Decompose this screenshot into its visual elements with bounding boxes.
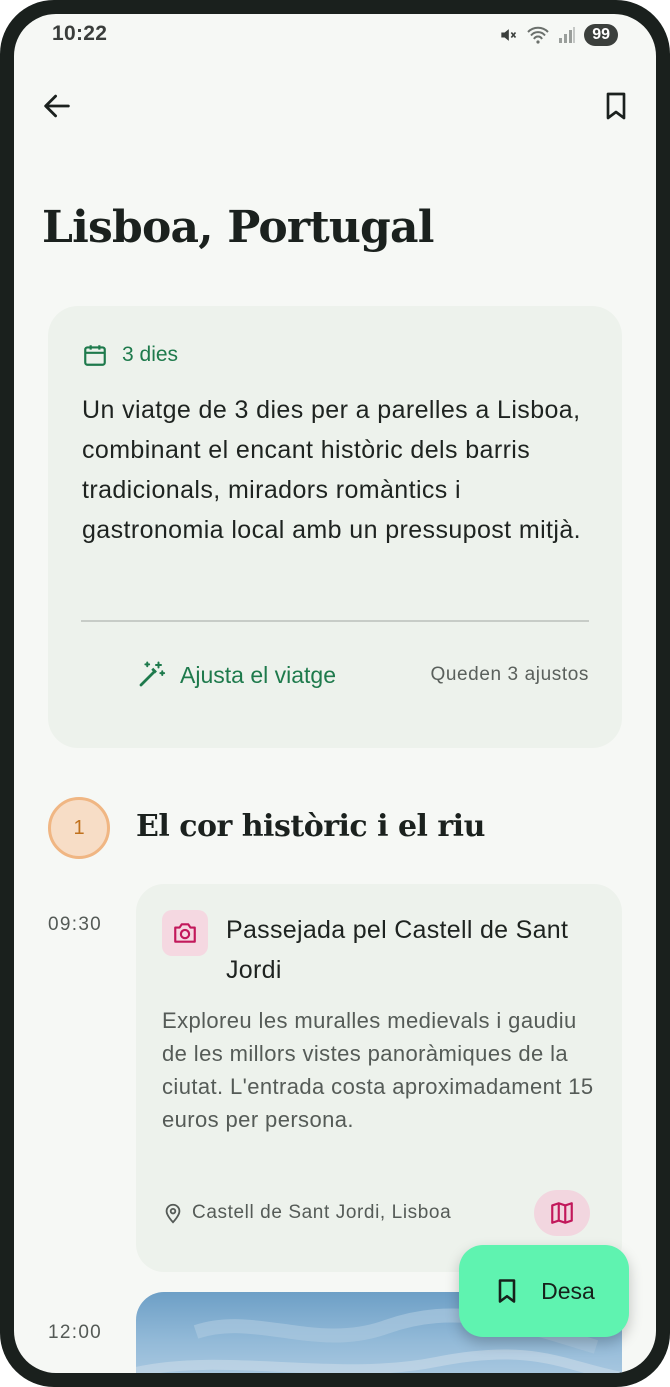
location-pin-icon: [165, 1203, 181, 1224]
calendar-icon: [84, 345, 106, 366]
activity-title: Passejada pel Castell de Sant Jordi: [226, 916, 569, 984]
activity-time: 12:00: [48, 1322, 103, 1343]
day-number-badge: 1: [48, 797, 110, 859]
app-screen: 10:22 99 Lisboa, Portugal 3 dies Un viat…: [14, 14, 656, 1373]
camera-icon: [174, 923, 196, 943]
status-icons: 99: [498, 24, 618, 46]
map-icon: [551, 1202, 573, 1224]
activity-location: Castell de Sant Jordi, Lisboa: [162, 1202, 451, 1224]
battery-badge: 99: [584, 24, 618, 46]
remaining-adjustments: Queden 3 ajustos: [430, 664, 589, 685]
wifi-icon: [527, 26, 549, 44]
open-map-button[interactable]: [534, 1190, 590, 1236]
duration-row: 3 dies: [82, 342, 178, 368]
adjust-trip-button[interactable]: Ajusta el viatge: [136, 660, 336, 690]
arrow-left-icon: [44, 94, 70, 118]
bookmark-button[interactable]: [596, 86, 636, 126]
trip-description: Un viatge de 3 dies per a parelles a Lis…: [82, 396, 581, 544]
activity-icon-badge: [162, 910, 208, 956]
phone-frame: 10:22 99 Lisboa, Portugal 3 dies Un viat…: [0, 0, 670, 1387]
activity-description: Exploreu les muralles medievals i gaudiu…: [162, 1008, 594, 1132]
activity-card[interactable]: Passejada pel Castell de Sant Jordi Expl…: [136, 884, 622, 1272]
day-title: El cor històric i el riu: [136, 809, 485, 844]
save-label: Desa: [541, 1277, 595, 1304]
back-button[interactable]: [40, 86, 74, 126]
duration-label: 3 dies: [122, 343, 179, 366]
bookmark-icon: [606, 92, 626, 120]
mute-icon: [501, 29, 517, 41]
bookmark-icon: [498, 1279, 516, 1303]
adjust-trip-label: Ajusta el viatge: [180, 661, 336, 688]
status-time: 10:22: [52, 22, 108, 45]
divider: [81, 620, 589, 622]
trip-summary-card: 3 dies Un viatge de 3 dies per a parelle…: [48, 306, 622, 748]
save-fab[interactable]: Desa: [459, 1245, 629, 1337]
signal-icon: [559, 27, 576, 43]
page-title: Lisboa, Portugal: [42, 202, 434, 253]
magic-wand-icon: [139, 661, 166, 687]
activity-time: 09:30: [48, 914, 103, 935]
location-label: Castell de Sant Jordi, Lisboa: [192, 1202, 452, 1223]
